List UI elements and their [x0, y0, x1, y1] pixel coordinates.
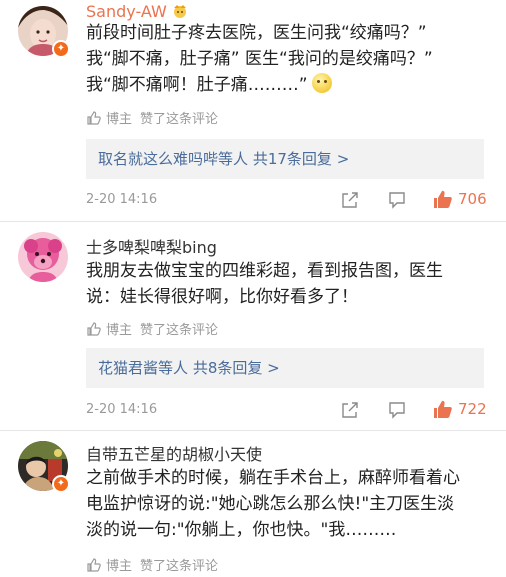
thumbs-up-icon	[87, 557, 101, 572]
thumbs-up-icon	[87, 321, 101, 336]
author-liked-row: 博主 赞了这条评论	[86, 555, 218, 574]
comment-text: 我朋友去做宝宝的四维彩超，看到报告图，医生 说：娃长得很好啊，比你好看多了！	[86, 258, 496, 310]
comment-line: 前段时间肚子疼去医院，医生问我“绞痛吗？”	[86, 23, 427, 43]
like-icon[interactable]	[432, 188, 454, 210]
username[interactable]: 士多啤梨啤梨bing	[86, 234, 217, 258]
comment-item: ✦ 自带五芒星的胡椒小天使 之前做手术的时候，躺在手术台上，麻醉师看着心 电监护…	[0, 431, 506, 577]
avatar[interactable]: ✦	[18, 441, 70, 493]
author-liked-text: 赞了这条评论	[140, 559, 219, 574]
blogger-label: 博主	[106, 112, 133, 127]
comment-time: 2-20 14:16	[86, 402, 158, 417]
reply-user-link[interactable]: 取名就这么难吗哔	[98, 150, 218, 168]
comment-item: ✦ Sandy-AW 前段时间肚子疼去医院，医生问我“绞痛吗？” 我“脚不痛，肚…	[0, 0, 506, 220]
crown-emoji-icon	[173, 5, 186, 18]
comment-text: 前段时间肚子疼去医院，医生问我“绞痛吗？” 我“脚不痛，肚子痛” 医生“我问的是…	[86, 20, 496, 98]
replies-summary[interactable]: 取名就这么难吗哔等人 共17条回复 >	[86, 139, 484, 179]
verified-badge-icon: ✦	[52, 475, 70, 493]
comment-icon[interactable]	[388, 401, 406, 419]
reply-arrow-icon[interactable]: >	[267, 359, 280, 377]
comment-line: 淡的说一句:"你躺上，你也快。"我………	[86, 520, 397, 540]
comment-line: 之前做手术的时候，躺在手术台上，麻醉师看着心	[86, 468, 460, 488]
comment-icon[interactable]	[388, 191, 406, 209]
verified-badge-icon: ✦	[52, 40, 70, 58]
reply-middle-text: 等人	[158, 359, 189, 377]
blogger-label: 博主	[106, 323, 133, 338]
reply-arrow-icon[interactable]: >	[337, 150, 350, 168]
author-liked-text: 赞了这条评论	[140, 323, 219, 338]
comment-line: 我“脚不痛啊！肚子痛………”	[86, 75, 308, 95]
comment-line: 我朋友去做宝宝的四维彩超，看到报告图，医生	[86, 261, 443, 281]
smile-emoji-icon	[311, 73, 332, 93]
avatar[interactable]: ✦	[18, 6, 70, 58]
share-icon[interactable]	[341, 191, 359, 209]
thumbs-up-icon	[87, 110, 101, 125]
like-icon[interactable]	[432, 398, 454, 420]
like-count: 722	[458, 400, 487, 418]
reply-user-link[interactable]: 花猫君酱	[98, 359, 158, 377]
comment-item: 士多啤梨啤梨bing 我朋友去做宝宝的四维彩超，看到报告图，医生 说：娃长得很好…	[0, 222, 506, 430]
reply-count-link[interactable]: 共17条回复	[253, 150, 332, 168]
share-icon[interactable]	[341, 401, 359, 419]
blogger-label: 博主	[106, 559, 133, 574]
avatar-image	[18, 232, 68, 282]
username[interactable]: Sandy-AW	[86, 2, 188, 21]
comment-text: 之前做手术的时候，躺在手术台上，麻醉师看着心 电监护惊讶的说:"她心跳怎么那么快…	[86, 465, 496, 543]
author-liked-row: 博主 赞了这条评论	[86, 319, 218, 338]
comment-time: 2-20 14:16	[86, 192, 158, 207]
replies-summary[interactable]: 花猫君酱等人 共8条回复 >	[86, 348, 484, 388]
comment-line: 我“脚不痛，肚子痛” 医生“我问的是绞痛吗？”	[86, 49, 433, 69]
author-liked-row: 博主 赞了这条评论	[86, 108, 218, 127]
author-liked-text: 赞了这条评论	[140, 112, 219, 127]
comment-line: 说：娃长得很好啊，比你好看多了！	[86, 287, 358, 307]
reply-middle-text: 等人	[218, 150, 249, 168]
avatar[interactable]	[18, 232, 68, 282]
comment-line: 电监护惊讶的说:"她心跳怎么那么快!"主刀医生淡	[86, 494, 455, 514]
username[interactable]: 自带五芒星的胡椒小天使	[86, 441, 262, 465]
like-count: 706	[458, 190, 487, 208]
reply-count-link[interactable]: 共8条回复	[193, 359, 263, 377]
